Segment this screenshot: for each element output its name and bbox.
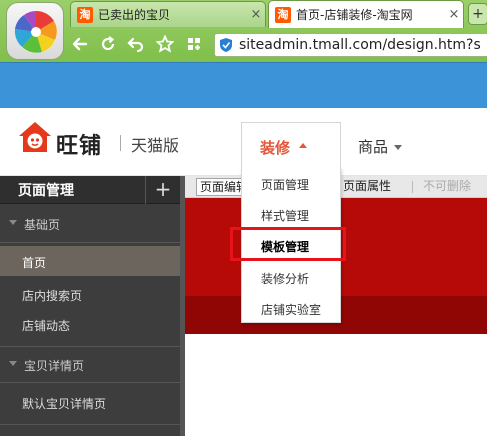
menu-item-store-lab[interactable]: 店铺实验室 xyxy=(242,292,342,322)
sidebar-item-default-detail[interactable]: 默认宝贝详情页 xyxy=(0,387,180,417)
taobao-favicon-icon: 淘 xyxy=(275,6,291,23)
collapse-triangle-icon xyxy=(9,361,17,366)
chevron-up-icon xyxy=(299,143,307,148)
tab-shop-design[interactable]: 淘 首页-店铺装修-淘宝网 × xyxy=(268,0,464,28)
annotation-highlight-box xyxy=(230,227,346,261)
browser-toolbar: siteadmin.tmall.com/design.htm?s xyxy=(66,30,487,58)
sidebar-item-label: 店内搜索页 xyxy=(22,289,83,303)
add-page-button[interactable]: + xyxy=(145,176,180,204)
tab-close-icon[interactable]: × xyxy=(445,7,463,22)
taobao-favicon-icon: 淘 xyxy=(77,6,93,23)
page-properties-button[interactable]: 页面属性 xyxy=(343,178,391,196)
apps-icon[interactable] xyxy=(182,33,206,55)
refresh-icon[interactable] xyxy=(96,33,120,55)
star-icon[interactable] xyxy=(153,33,177,55)
shop-header: 旺铺 天猫版 装修 商品 xyxy=(0,108,487,176)
cannot-delete-label: 不可删除 xyxy=(423,179,472,193)
brand-name: 旺铺 xyxy=(56,134,103,159)
divider xyxy=(0,424,180,425)
menu-item-label: 页面管理 xyxy=(261,178,310,192)
brand-edition: 天猫版 xyxy=(131,136,180,155)
address-bar[interactable]: siteadmin.tmall.com/design.htm?s xyxy=(214,33,487,57)
sidebar-group-basic[interactable]: 基础页 xyxy=(0,208,180,238)
sidebar-group-label: 宝贝详情页 xyxy=(24,359,85,373)
shield-icon xyxy=(219,37,233,56)
divider xyxy=(0,382,180,383)
wangpu-house-icon xyxy=(17,120,53,160)
new-tab-button[interactable]: + xyxy=(468,3,487,25)
sidebar-group-label: 基础页 xyxy=(24,218,61,232)
sidebar-item-store-search[interactable]: 店内搜索页 xyxy=(0,279,180,309)
sidebar-item-store-news[interactable]: 店铺动态 xyxy=(0,309,180,339)
collapse-triangle-icon xyxy=(9,220,17,225)
divider xyxy=(0,242,180,243)
sidebar-header: 页面管理 + xyxy=(0,176,180,204)
brand-divider xyxy=(120,135,121,151)
menu-item-label: 装修分析 xyxy=(261,272,310,286)
page-sidebar: 页面管理 + 基础页 首页 店内搜索页 店铺动态 宝贝详情页 默认宝贝详情页 xyxy=(0,176,180,436)
tab-sold-items[interactable]: 淘 已卖出的宝贝 × xyxy=(70,1,266,27)
tab-close-icon[interactable]: × xyxy=(247,7,265,22)
menu-item-style-management[interactable]: 样式管理 xyxy=(242,198,342,228)
menu-item-page-management[interactable]: 页面管理 xyxy=(242,167,342,197)
sidebar-item-label: 默认宝贝详情页 xyxy=(22,397,107,411)
tab-title: 首页-店铺装修-淘宝网 xyxy=(296,8,413,22)
sidebar-item-label: 店铺动态 xyxy=(22,319,71,333)
sidebar-group-item-detail[interactable]: 宝贝详情页 xyxy=(0,349,180,379)
back-arrow-icon[interactable] xyxy=(68,33,92,55)
browser-logo-icon xyxy=(6,2,64,60)
menu-item-label: 店铺实验室 xyxy=(261,303,322,317)
tab-title: 已卖出的宝贝 xyxy=(98,8,171,22)
top-banner xyxy=(0,62,487,108)
url-text: siteadmin.tmall.com/design.htm?s xyxy=(239,37,481,53)
sidebar-item-home[interactable]: 首页 xyxy=(0,246,180,276)
divider xyxy=(412,181,413,193)
nav-products[interactable]: 商品 xyxy=(358,136,403,157)
undo-icon[interactable] xyxy=(124,33,148,55)
nav-decorate-label: 装修 xyxy=(260,139,291,157)
menu-item-label: 样式管理 xyxy=(261,209,310,223)
sidebar-item-label: 首页 xyxy=(22,256,47,270)
sidebar-title: 页面管理 xyxy=(18,183,74,199)
nav-products-label: 商品 xyxy=(358,138,389,156)
menu-item-decoration-analysis[interactable]: 装修分析 xyxy=(242,261,342,291)
browser-chrome: 淘 已卖出的宝贝 × 淘 首页-店铺装修-淘宝网 × + siteadmin.t… xyxy=(0,0,487,62)
divider xyxy=(0,346,180,347)
chevron-down-icon xyxy=(394,145,403,150)
